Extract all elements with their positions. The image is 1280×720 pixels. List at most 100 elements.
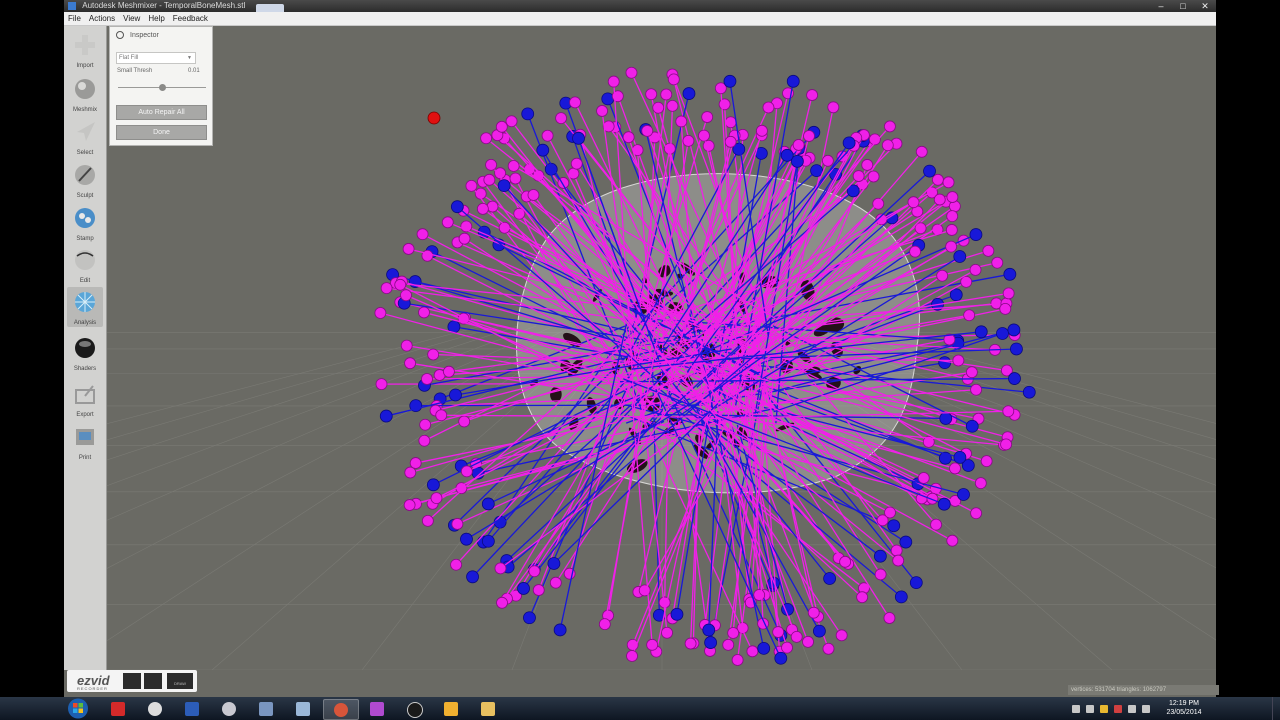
analysis-pin-marker[interactable] bbox=[946, 210, 959, 223]
analysis-pin-marker[interactable] bbox=[622, 131, 635, 144]
analysis-pin-marker[interactable] bbox=[443, 365, 455, 378]
analysis-pin-marker[interactable] bbox=[645, 88, 658, 101]
analysis-pin-marker[interactable] bbox=[718, 98, 731, 111]
analysis-pin-marker[interactable] bbox=[572, 131, 585, 145]
analysis-pin-marker[interactable] bbox=[842, 136, 856, 150]
analysis-pin-marker[interactable] bbox=[942, 176, 955, 189]
analysis-pin-marker[interactable] bbox=[466, 570, 479, 584]
analysis-pin-marker[interactable] bbox=[790, 630, 803, 643]
analysis-pin-marker[interactable] bbox=[953, 450, 967, 464]
analysis-pin-marker[interactable] bbox=[881, 139, 894, 152]
analysis-pin-marker[interactable] bbox=[781, 641, 793, 654]
monitor-icon[interactable] bbox=[1128, 704, 1136, 713]
tool-export[interactable]: Export bbox=[67, 379, 103, 419]
tool-import[interactable]: Import bbox=[67, 30, 103, 70]
analysis-pin-marker[interactable] bbox=[884, 506, 896, 519]
analysis-pin-marker[interactable] bbox=[952, 354, 965, 367]
analysis-pin-marker[interactable] bbox=[682, 87, 696, 100]
analysis-pin-marker[interactable] bbox=[774, 651, 788, 665]
menu-view[interactable]: View bbox=[119, 12, 144, 25]
taskbar-clock[interactable]: 12:19 PM 23/05/2014 bbox=[1164, 699, 1204, 717]
taskbar-app-files[interactable] bbox=[286, 699, 320, 718]
analysis-pin-marker[interactable] bbox=[890, 544, 903, 557]
analysis-pin-marker[interactable] bbox=[722, 638, 735, 651]
analysis-pin-marker[interactable] bbox=[684, 637, 697, 650]
taskbar-app-vivaldi[interactable] bbox=[101, 699, 135, 718]
taskbar-app-tool[interactable] bbox=[212, 699, 246, 718]
analysis-pin-marker[interactable] bbox=[418, 306, 430, 319]
analysis-pin-marker[interactable] bbox=[596, 105, 608, 117]
analysis-pin-marker[interactable] bbox=[757, 641, 771, 655]
analysis-pin-marker[interactable] bbox=[641, 125, 654, 137]
taskbar-app-gallery[interactable] bbox=[434, 699, 468, 718]
analysis-pin-marker[interactable] bbox=[670, 607, 684, 621]
analysis-pin-marker[interactable] bbox=[646, 638, 659, 651]
analysis-pin-marker[interactable] bbox=[441, 216, 454, 229]
tool-select[interactable]: Select bbox=[67, 117, 103, 157]
analysis-pin-marker[interactable] bbox=[1000, 438, 1012, 451]
analysis-pin-marker[interactable] bbox=[965, 366, 978, 379]
analysis-pin-marker[interactable] bbox=[483, 173, 496, 186]
analysis-pin-marker[interactable] bbox=[933, 193, 946, 206]
analysis-pin-marker[interactable] bbox=[496, 596, 508, 609]
analysis-pin-marker[interactable] bbox=[400, 339, 413, 352]
analysis-pin-marker[interactable] bbox=[867, 170, 880, 183]
analysis-pin-marker[interactable] bbox=[812, 624, 826, 638]
analysis-pin-marker[interactable] bbox=[969, 263, 982, 276]
analysis-pin-marker[interactable] bbox=[458, 415, 471, 428]
analysis-pin-marker[interactable] bbox=[969, 228, 983, 241]
analysis-pin-marker[interactable] bbox=[1002, 287, 1015, 300]
analysis-pin-marker[interactable] bbox=[974, 477, 987, 490]
analysis-pin-marker[interactable] bbox=[999, 302, 1012, 315]
analysis-pin-marker[interactable] bbox=[426, 478, 440, 492]
security-icon[interactable] bbox=[1114, 704, 1122, 713]
analysis-pin-marker[interactable] bbox=[1010, 342, 1023, 356]
analysis-pin-marker[interactable] bbox=[892, 554, 905, 567]
analysis-pin-marker[interactable] bbox=[937, 497, 951, 511]
analysis-pin-marker[interactable] bbox=[704, 636, 718, 649]
analysis-pin-marker[interactable] bbox=[528, 565, 541, 578]
analysis-pin-marker[interactable] bbox=[458, 232, 471, 245]
analysis-pin-marker[interactable] bbox=[523, 611, 536, 625]
analysis-pin-marker[interactable] bbox=[899, 535, 913, 549]
analysis-pin-marker[interactable] bbox=[965, 419, 979, 433]
analysis-pin-marker[interactable] bbox=[400, 289, 412, 302]
analysis-pin-marker[interactable] bbox=[970, 507, 983, 520]
analysis-pin-marker[interactable] bbox=[553, 623, 567, 637]
analysis-pin-marker[interactable] bbox=[803, 130, 815, 142]
maximize-button[interactable]: □ bbox=[1172, 0, 1194, 12]
analysis-pin-marker[interactable] bbox=[486, 200, 499, 213]
analysis-pin-marker[interactable] bbox=[601, 92, 615, 106]
analysis-pin-marker[interactable] bbox=[724, 116, 737, 129]
analysis-pin-marker[interactable] bbox=[460, 465, 473, 478]
tool-sculpt[interactable]: Sculpt bbox=[67, 160, 103, 200]
analysis-pin-marker[interactable] bbox=[701, 111, 714, 123]
analysis-pin-marker[interactable] bbox=[661, 626, 673, 639]
analysis-pin-marker[interactable] bbox=[536, 143, 550, 157]
analysis-pin-marker[interactable] bbox=[660, 88, 673, 101]
analysis-pin-marker[interactable] bbox=[873, 549, 887, 563]
analysis-pin-marker[interactable] bbox=[872, 197, 885, 210]
analysis-pin-marker[interactable] bbox=[555, 112, 567, 125]
analysis-pin-marker[interactable] bbox=[476, 203, 489, 215]
analysis-pin-marker[interactable] bbox=[569, 96, 581, 109]
tool-meshmix[interactable]: Meshmix bbox=[67, 74, 103, 114]
analysis-pin-marker[interactable] bbox=[379, 409, 393, 423]
analysis-pin-marker[interactable] bbox=[421, 514, 434, 527]
analysis-pin-marker[interactable] bbox=[974, 325, 988, 339]
analysis-pin-marker[interactable] bbox=[915, 145, 928, 158]
analysis-pin-marker[interactable] bbox=[827, 101, 840, 114]
analysis-pin-marker[interactable] bbox=[949, 288, 963, 302]
analysis-pin-marker[interactable] bbox=[449, 388, 462, 402]
analysis-pin-marker[interactable] bbox=[698, 129, 710, 142]
analysis-pin-marker[interactable] bbox=[980, 455, 993, 468]
analysis-pin-marker[interactable] bbox=[1003, 267, 1017, 281]
analysis-pin-marker[interactable] bbox=[930, 518, 942, 531]
analysis-pin-marker[interactable] bbox=[923, 164, 936, 178]
analysis-pin-marker[interactable] bbox=[416, 228, 429, 241]
analysis-pin-marker[interactable] bbox=[894, 590, 908, 604]
analysis-pin-marker[interactable] bbox=[1002, 405, 1015, 418]
minimize-button[interactable]: – bbox=[1150, 0, 1172, 12]
analysis-pin-marker[interactable] bbox=[403, 499, 416, 511]
analysis-pin-marker[interactable] bbox=[375, 378, 388, 391]
